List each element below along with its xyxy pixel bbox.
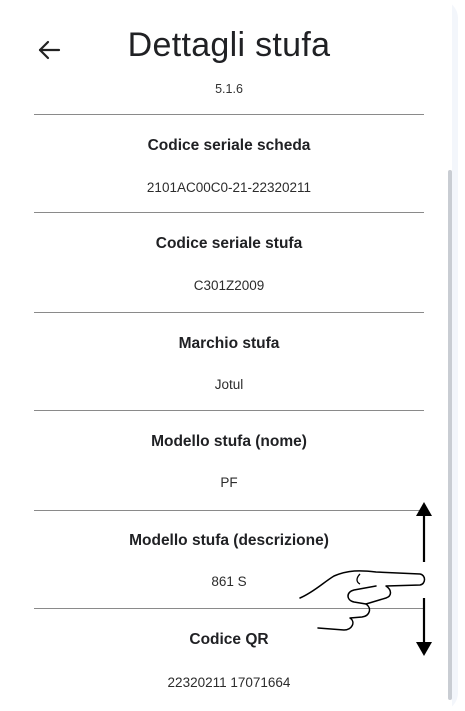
page-title: Dettagli stufa <box>127 26 331 64</box>
swipe-vertical-gesture-icon <box>296 500 436 660</box>
divider <box>34 312 424 313</box>
stove-serial-value: C301Z2009 <box>193 278 265 293</box>
stove-brand-label: Marchio stufa <box>178 335 280 352</box>
header: Dettagli stufa 5.1.6 <box>6 0 452 114</box>
stove-brand-value: Jotul <box>214 377 244 392</box>
board-serial-value: 2101AC00C0-21-22320211 <box>146 180 312 195</box>
divider <box>34 212 424 213</box>
scrollbar[interactable] <box>448 170 452 700</box>
divider <box>34 114 424 115</box>
stove-model-name-label: Modello stufa (nome) <box>151 433 307 450</box>
board-serial-label: Codice seriale scheda <box>147 137 311 154</box>
app-version: 5.1.6 <box>215 82 243 96</box>
stove-model-name-value: PF <box>220 475 238 490</box>
divider <box>34 410 424 411</box>
qr-code-value: 22320211 17071664 <box>167 675 291 690</box>
stove-serial-label: Codice seriale stufa <box>155 235 303 252</box>
